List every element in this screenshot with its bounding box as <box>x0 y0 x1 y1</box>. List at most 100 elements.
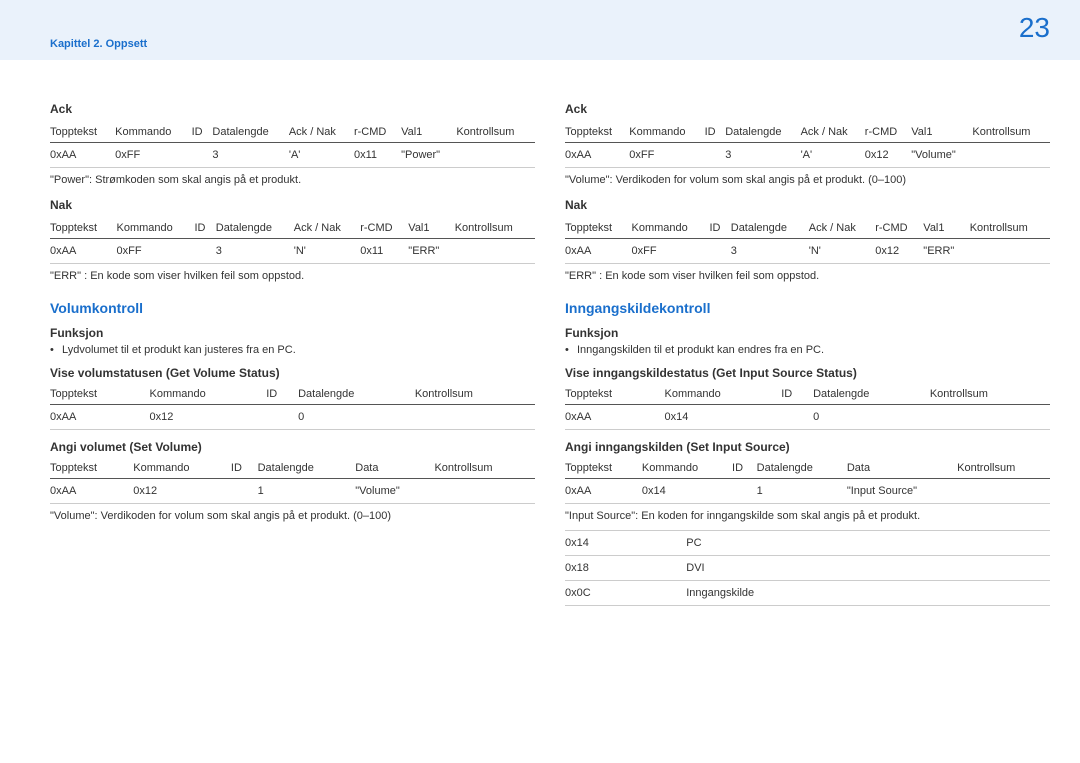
th: Kommando <box>631 218 709 239</box>
nak-note: "ERR" : En kode som viser hvilken feil s… <box>565 270 1050 282</box>
th: Topptekst <box>50 218 116 239</box>
th: r-CMD <box>354 122 401 143</box>
ack-heading: Ack <box>565 102 1050 116</box>
th: Topptekst <box>50 122 115 143</box>
func-text: Inngangskilden til et produkt kan endres… <box>565 344 1050 356</box>
td: 0x14 <box>642 479 732 504</box>
td <box>456 143 535 168</box>
th: ID <box>192 122 213 143</box>
td <box>705 143 726 168</box>
ack-note: "Power": Strømkoden som skal angis på et… <box>50 174 535 186</box>
th: Datalengde <box>813 384 930 405</box>
th: Kommando <box>665 384 782 405</box>
set-heading: Angi inngangskilden (Set Input Source) <box>565 440 1050 454</box>
td: 0xFF <box>631 239 709 264</box>
th: Topptekst <box>565 384 665 405</box>
td: "Volume" <box>355 479 434 504</box>
th: ID <box>194 218 215 239</box>
th: Kommando <box>150 384 267 405</box>
get-table: Topptekst Kommando ID Datalengde Kontrol… <box>50 384 535 430</box>
th: Ack / Nak <box>809 218 875 239</box>
th: Data <box>847 458 957 479</box>
td <box>709 239 730 264</box>
td: "ERR" <box>408 239 454 264</box>
td: "Power" <box>401 143 456 168</box>
nak-heading: Nak <box>50 198 535 212</box>
td <box>732 479 757 504</box>
th: Kontrollsum <box>957 458 1050 479</box>
ack-heading: Ack <box>50 102 535 116</box>
th: Kontrollsum <box>434 458 535 479</box>
th: Val1 <box>401 122 456 143</box>
th: Kontrollsum <box>455 218 535 239</box>
td: 0x11 <box>360 239 408 264</box>
td: 0x11 <box>354 143 401 168</box>
th: ID <box>709 218 730 239</box>
ack-table: Topptekst Kommando ID Datalengde Ack / N… <box>50 122 535 168</box>
td: 0xAA <box>50 405 150 430</box>
th: ID <box>231 458 258 479</box>
th: r-CMD <box>865 122 911 143</box>
th: Datalengde <box>216 218 294 239</box>
td: DVI <box>686 556 1050 581</box>
th: Kontrollsum <box>930 384 1050 405</box>
td: 'N' <box>809 239 875 264</box>
th: Data <box>355 458 434 479</box>
nak-table: Topptekst Kommando ID Datalengde Ack / N… <box>565 218 1050 264</box>
td: 1 <box>258 479 356 504</box>
td: 3 <box>212 143 288 168</box>
th: ID <box>781 384 813 405</box>
nak-note: "ERR" : En kode som viser hvilken feil s… <box>50 270 535 282</box>
td: 0 <box>813 405 930 430</box>
chapter-label: Kapittel 2. Oppsett <box>50 38 147 50</box>
th: r-CMD <box>360 218 408 239</box>
th: Kommando <box>642 458 732 479</box>
td: 'A' <box>801 143 865 168</box>
th: Kommando <box>115 122 191 143</box>
th: Datalengde <box>258 458 356 479</box>
th: Datalengde <box>725 122 800 143</box>
th: Topptekst <box>50 458 133 479</box>
ack-note: "Volume": Verdikoden for volum som skal … <box>565 174 1050 186</box>
td: 1 <box>757 479 847 504</box>
content: Ack Topptekst Kommando ID Datalengde Ack… <box>0 60 1080 612</box>
td <box>266 405 298 430</box>
th: Topptekst <box>565 458 642 479</box>
th: ID <box>732 458 757 479</box>
page-header: Kapittel 2. Oppsett 23 <box>0 0 1080 60</box>
td <box>415 405 535 430</box>
th: Kontrollsum <box>972 122 1050 143</box>
th: Kontrollsum <box>415 384 535 405</box>
td: 0xAA <box>50 239 116 264</box>
th: Ack / Nak <box>289 122 354 143</box>
td: 0x14 <box>665 405 782 430</box>
set-heading: Angi volumet (Set Volume) <box>50 440 535 454</box>
td: 0x12 <box>150 405 267 430</box>
th: Topptekst <box>50 384 150 405</box>
td: 0x0C <box>565 581 686 606</box>
th: Val1 <box>923 218 969 239</box>
td: 0x12 <box>133 479 231 504</box>
page-number: 23 <box>1019 12 1050 44</box>
td: 0xFF <box>629 143 704 168</box>
td <box>192 143 213 168</box>
td: Inngangskilde <box>686 581 1050 606</box>
td: 'N' <box>294 239 360 264</box>
th: Datalengde <box>731 218 809 239</box>
th: Ack / Nak <box>294 218 360 239</box>
th: Val1 <box>911 122 972 143</box>
set-table: Topptekst Kommando ID Datalengde Data Ko… <box>50 458 535 504</box>
th: Topptekst <box>565 122 629 143</box>
section-heading: Inngangskildekontroll <box>565 300 1050 316</box>
td: 0xAA <box>565 143 629 168</box>
td: 0x18 <box>565 556 686 581</box>
td <box>231 479 258 504</box>
td: 0xAA <box>50 143 115 168</box>
td: 0xAA <box>565 405 665 430</box>
get-heading: Vise volumstatusen (Get Volume Status) <box>50 366 535 380</box>
td <box>781 405 813 430</box>
th: Datalengde <box>212 122 288 143</box>
nak-table: Topptekst Kommando ID Datalengde Ack / N… <box>50 218 535 264</box>
th: r-CMD <box>875 218 923 239</box>
th: Ack / Nak <box>801 122 865 143</box>
